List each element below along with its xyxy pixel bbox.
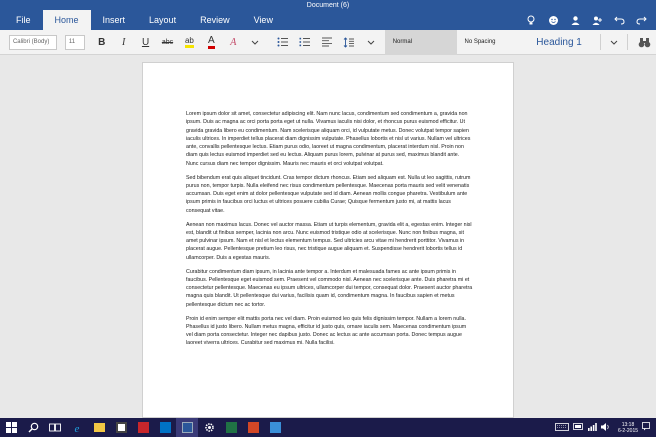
- taskbar-app-word[interactable]: [176, 418, 198, 437]
- document-body[interactable]: Lorem ipsum dolor sit amet, consectetur …: [186, 110, 473, 353]
- chevron-down-icon: [367, 40, 375, 45]
- numbered-list-icon: [299, 37, 310, 47]
- powerpoint-icon: [247, 422, 259, 433]
- ribbon-divider: [600, 34, 602, 50]
- app-red-icon: [137, 422, 149, 433]
- tab-home[interactable]: Home: [42, 10, 91, 30]
- paragraph-more-button[interactable]: [360, 32, 382, 52]
- clock[interactable]: 13:18 6-2-2015: [618, 422, 638, 434]
- notification-icon[interactable]: [642, 422, 650, 433]
- paragraph[interactable]: Proin id enim semper elit mattis porta n…: [186, 315, 473, 348]
- clear-format-label: A: [230, 36, 237, 48]
- paragraph[interactable]: Lorem ipsum dolor sit amet, consectetur …: [186, 110, 473, 168]
- share-icon[interactable]: [588, 12, 606, 28]
- task-view-icon: [49, 423, 61, 431]
- title-actions: [522, 12, 650, 28]
- font-color-label: A: [207, 35, 215, 49]
- style-heading-1[interactable]: Heading 1: [532, 30, 598, 55]
- start-button[interactable]: [0, 418, 22, 437]
- font-name-box[interactable]: Calibri (Body): [8, 34, 57, 50]
- taskbar-app-excel[interactable]: [220, 418, 242, 437]
- volume-icon[interactable]: [600, 422, 610, 433]
- highlight-button[interactable]: ab: [178, 32, 200, 52]
- underline-button[interactable]: U: [135, 32, 157, 52]
- app-blue-icon: [269, 422, 281, 433]
- bullet-list-icon: [277, 37, 289, 47]
- taskbar-app-powerpoint[interactable]: [242, 418, 264, 437]
- font-size-box[interactable]: 11: [64, 34, 85, 50]
- store-icon: [115, 422, 127, 433]
- ribbon-home: Calibri (Body) 11 B I U abc ab A A Norma…: [0, 29, 656, 55]
- outlook-icon: [159, 422, 171, 433]
- document-canvas[interactable]: Lorem ipsum dolor sit amet, consectetur …: [0, 55, 656, 418]
- excel-icon: [225, 422, 237, 433]
- svg-text:e: e: [75, 423, 80, 434]
- keyboard-icon[interactable]: [555, 422, 569, 433]
- system-tray: 13:18 6-2-2015: [555, 418, 656, 437]
- taskbar-app-ie[interactable]: e: [66, 418, 88, 437]
- line-spacing-icon: [343, 36, 354, 48]
- font-color-button[interactable]: A: [200, 32, 222, 52]
- lightbulb-icon[interactable]: [522, 12, 540, 28]
- taskbar-app-red[interactable]: [132, 418, 154, 437]
- document-page[interactable]: Lorem ipsum dolor sit amet, consectetur …: [142, 62, 514, 418]
- tab-insert[interactable]: Insert: [91, 10, 138, 30]
- taskbar-app-outlook[interactable]: [154, 418, 176, 437]
- line-spacing-button[interactable]: [338, 32, 360, 52]
- ribbon-divider: [627, 34, 628, 50]
- paragraph[interactable]: Curabitur condimentum diam ipsum, in lac…: [186, 268, 473, 309]
- chevron-down-icon: [251, 40, 259, 45]
- numbering-button[interactable]: [294, 32, 316, 52]
- styles-more-button[interactable]: [603, 32, 625, 52]
- tab-view[interactable]: View: [242, 10, 285, 30]
- chevron-down-icon: [610, 40, 618, 45]
- bold-button[interactable]: B: [91, 32, 113, 52]
- strikethrough-button[interactable]: abc: [157, 32, 179, 52]
- battery-icon[interactable]: [573, 423, 584, 432]
- taskbar: e 13:18 6-2-2015: [0, 418, 656, 437]
- network-icon[interactable]: [587, 422, 597, 433]
- paragraph[interactable]: Aenean non maximus lacus. Donec vel auct…: [186, 221, 473, 262]
- taskbar-app-explorer[interactable]: [88, 418, 110, 437]
- search-icon: [28, 422, 38, 433]
- bullets-button[interactable]: [272, 32, 294, 52]
- clear-formatting-button[interactable]: A: [222, 32, 244, 52]
- undo-icon[interactable]: [610, 12, 628, 28]
- ribbon-tabs: File Home Insert Layout Review View: [4, 10, 285, 30]
- align-left-icon: [321, 37, 332, 47]
- taskbar-app-other[interactable]: [264, 418, 286, 437]
- highlight-label: ab: [184, 36, 194, 48]
- paragraph[interactable]: Sed bibendum erat quis aliquet tincidunt…: [186, 174, 473, 215]
- tab-file[interactable]: File: [4, 10, 43, 30]
- title-bar: Document (6) File Home Insert Layout Rev…: [0, 0, 656, 30]
- tab-layout[interactable]: Layout: [137, 10, 188, 30]
- font-more-button[interactable]: [244, 32, 266, 52]
- smiley-icon[interactable]: [544, 12, 562, 28]
- internet-explorer-icon: e: [75, 423, 80, 434]
- style-no-spacing[interactable]: No Spacing: [457, 30, 533, 55]
- redo-icon[interactable]: [632, 12, 650, 28]
- find-button[interactable]: [634, 32, 656, 52]
- align-button[interactable]: [316, 32, 338, 52]
- task-view-button[interactable]: [44, 418, 66, 437]
- tab-review[interactable]: Review: [188, 10, 242, 30]
- word-icon: [181, 422, 193, 433]
- style-normal[interactable]: Normal: [384, 29, 457, 55]
- clock-date: 6-2-2015: [617, 427, 638, 434]
- windows-logo-icon: [5, 422, 17, 433]
- folder-icon: [93, 423, 105, 432]
- binoculars-icon: [639, 37, 651, 47]
- account-icon[interactable]: [566, 12, 584, 28]
- window-title: Document (6): [306, 2, 350, 9]
- search-button[interactable]: [22, 418, 44, 437]
- taskbar-app-settings[interactable]: [198, 418, 220, 437]
- taskbar-app-store[interactable]: [110, 418, 132, 437]
- gear-icon: [204, 423, 214, 432]
- italic-button[interactable]: I: [113, 32, 135, 52]
